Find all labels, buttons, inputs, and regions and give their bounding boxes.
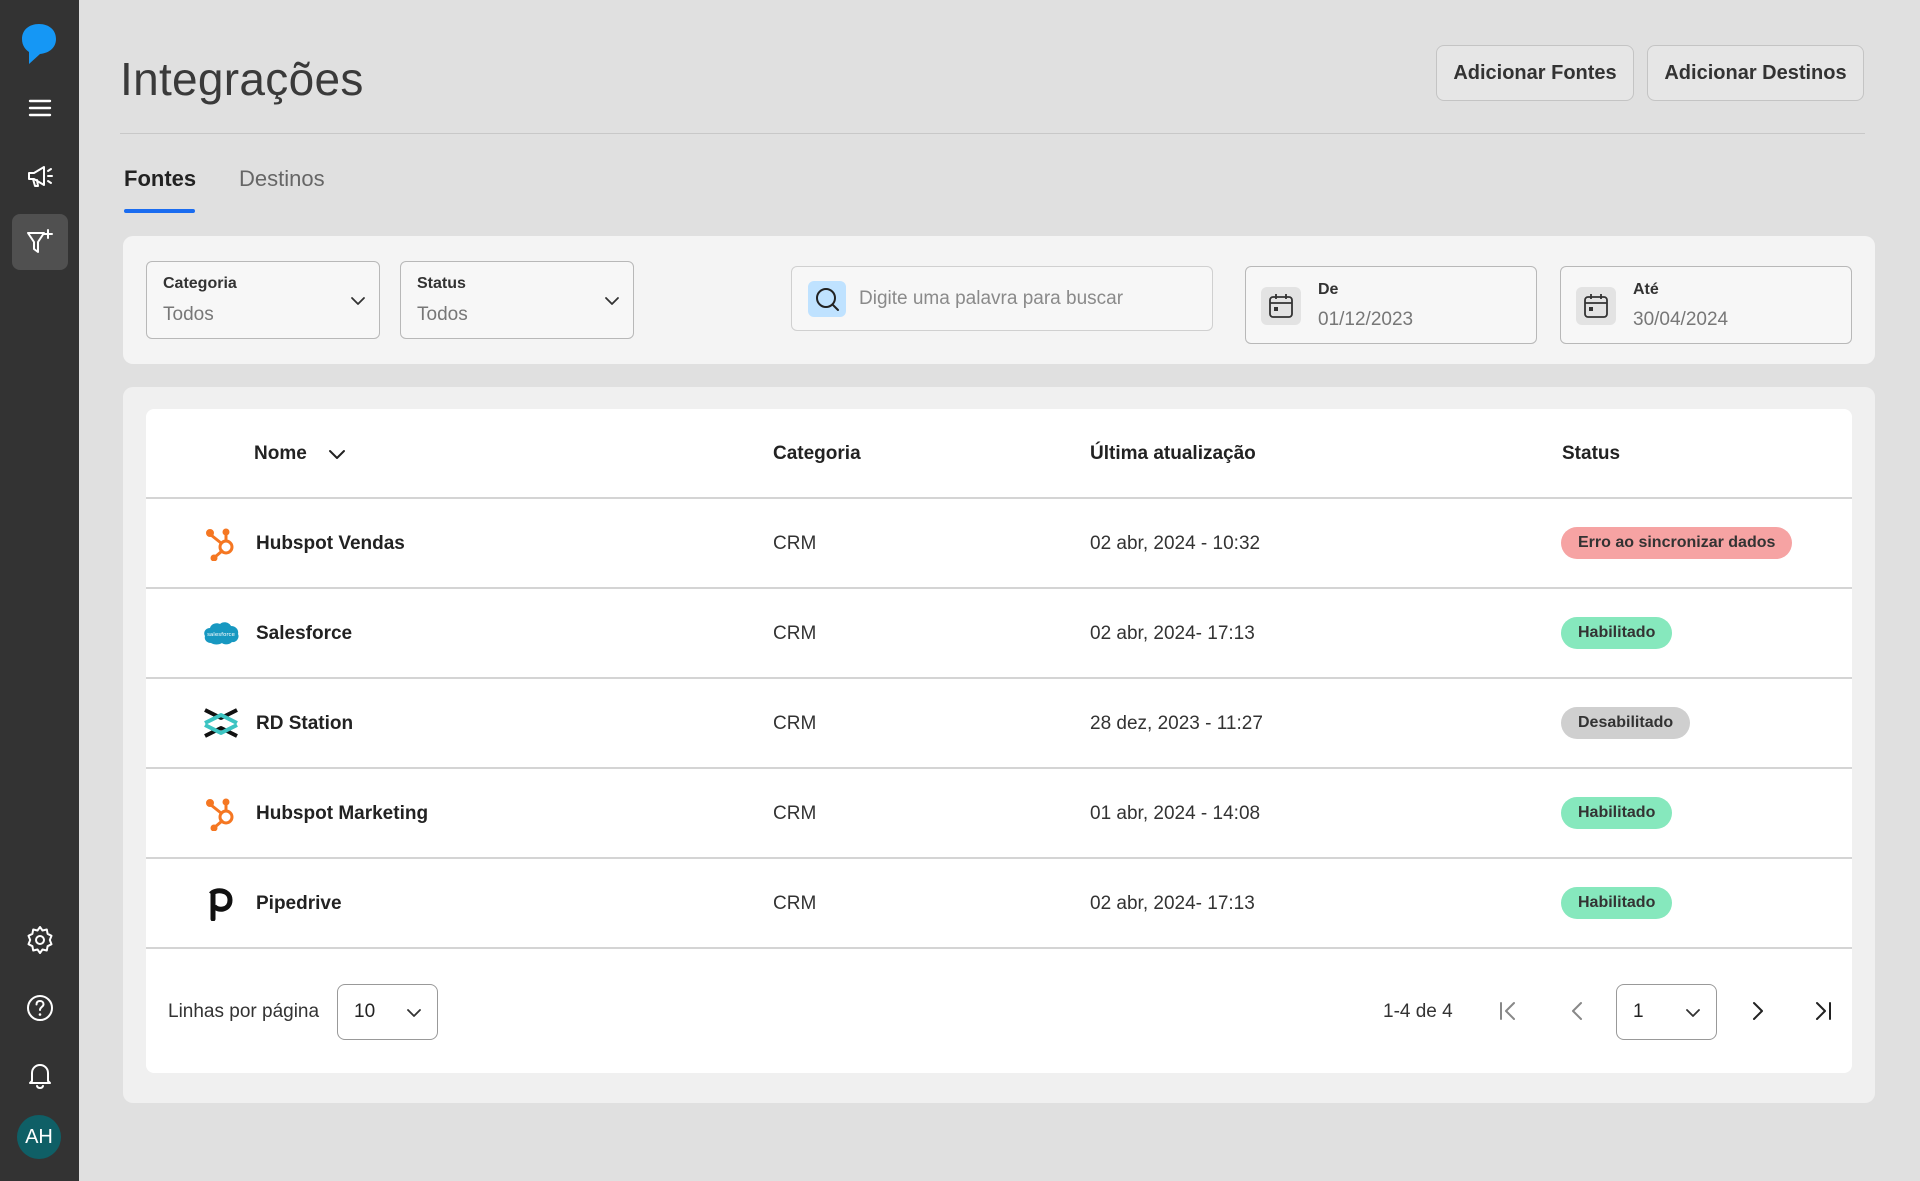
add-destinations-button[interactable]: Adicionar Destinos xyxy=(1647,45,1864,101)
search-input[interactable]: Digite uma palavra para buscar xyxy=(791,266,1213,331)
table-card xyxy=(146,409,1852,1073)
chevron-down-icon xyxy=(1686,1009,1700,1017)
row-name[interactable]: RD Station xyxy=(256,713,353,735)
row-category: CRM xyxy=(773,713,817,734)
search-icon-button[interactable] xyxy=(808,281,846,317)
active-tab-indicator xyxy=(124,209,195,213)
first-page-icon xyxy=(1500,1002,1515,1020)
last-page-icon xyxy=(1816,1002,1831,1020)
page-select-value: 1 xyxy=(1633,1001,1644,1022)
help-icon xyxy=(27,995,53,1021)
row-name[interactable]: Hubspot Vendas xyxy=(256,533,405,555)
campaigns-nav-item[interactable] xyxy=(12,147,68,203)
status-select-label: Status xyxy=(417,275,466,292)
calendar-icon-button[interactable] xyxy=(1261,287,1301,325)
filter-add-icon xyxy=(27,229,53,253)
row-category: CRM xyxy=(773,893,817,914)
last-page-button[interactable] xyxy=(1808,996,1838,1026)
status-badge: Habilitado xyxy=(1561,797,1673,829)
search-placeholder: Digite uma palavra para buscar xyxy=(859,288,1124,309)
add-sources-button[interactable]: Adicionar Fontes xyxy=(1436,45,1634,101)
tab-sources[interactable]: Fontes xyxy=(124,166,196,192)
date-from-label: De xyxy=(1318,281,1339,298)
row-name[interactable]: Hubspot Marketing xyxy=(256,803,428,825)
status-select-value: Todos xyxy=(417,304,468,325)
integrations-nav-item[interactable] xyxy=(12,214,68,270)
sort-chevron-down-icon[interactable] xyxy=(326,445,348,465)
search-icon xyxy=(816,288,839,311)
gear-icon xyxy=(27,926,53,954)
settings-nav-item[interactable] xyxy=(12,912,68,968)
sidebar: AH xyxy=(0,0,79,1181)
notifications-nav-item[interactable] xyxy=(12,1047,68,1103)
menu-icon xyxy=(28,99,52,117)
row-category: CRM xyxy=(773,533,817,554)
status-badge: Desabilitado xyxy=(1561,707,1691,739)
column-header-category: Categoria xyxy=(773,443,861,464)
menu-button[interactable] xyxy=(12,80,68,136)
row-category: CRM xyxy=(773,623,817,644)
tab-destinations[interactable]: Destinos xyxy=(239,166,325,192)
row-updated: 28 dez, 2023 - 11:27 xyxy=(1090,713,1263,734)
header-divider xyxy=(120,133,1865,134)
salesforce-icon: salesforce xyxy=(202,614,240,652)
row-divider xyxy=(146,857,1852,859)
chevron-down-icon xyxy=(407,1009,421,1017)
row-name[interactable]: Pipedrive xyxy=(256,893,342,915)
date-from-value: 01/12/2023 xyxy=(1318,309,1414,330)
date-from-field[interactable]: De 01/12/2023 xyxy=(1245,266,1537,344)
chevron-right-icon xyxy=(1753,1002,1763,1020)
date-to-field[interactable]: Até 30/04/2024 xyxy=(1560,266,1852,344)
category-select-label: Categoria xyxy=(163,275,237,292)
row-updated: 02 abr, 2024- 17:13 xyxy=(1090,893,1255,914)
row-divider xyxy=(146,947,1852,949)
next-page-button[interactable] xyxy=(1742,996,1772,1026)
chevron-down-icon xyxy=(351,297,365,305)
rdstation-icon xyxy=(202,704,240,742)
bell-icon xyxy=(29,1064,51,1089)
status-badge: Habilitado xyxy=(1561,887,1673,919)
chevron-down-icon xyxy=(605,297,619,305)
column-header-status: Status xyxy=(1562,443,1621,464)
svg-text:salesforce: salesforce xyxy=(207,632,235,638)
status-badge: Erro ao sincronizar dados xyxy=(1561,527,1793,559)
column-header-updated: Última atualização xyxy=(1090,443,1256,464)
row-name[interactable]: Salesforce xyxy=(256,623,352,645)
row-divider xyxy=(146,587,1852,589)
category-select[interactable]: Categoria Todos xyxy=(146,261,380,339)
megaphone-icon xyxy=(28,166,53,187)
row-divider xyxy=(146,677,1852,679)
pagination-range: 1-4 de 4 xyxy=(1383,1001,1453,1022)
date-to-value: 30/04/2024 xyxy=(1633,309,1729,330)
rows-per-page-label: Linhas por página xyxy=(168,1001,320,1022)
column-header-name[interactable]: Nome xyxy=(254,443,307,465)
row-updated: 01 abr, 2024 - 14:08 xyxy=(1090,803,1261,824)
row-updated: 02 abr, 2024- 17:13 xyxy=(1090,623,1255,644)
help-nav-item[interactable] xyxy=(12,980,68,1036)
row-divider xyxy=(146,767,1852,769)
page-title: Integrações xyxy=(120,53,364,105)
app-logo-icon[interactable] xyxy=(20,22,58,66)
hubspot-icon xyxy=(202,794,240,832)
calendar-icon xyxy=(1269,294,1293,318)
calendar-icon xyxy=(1584,294,1608,318)
date-to-label: Até xyxy=(1633,281,1659,298)
row-updated: 02 abr, 2024 - 10:32 xyxy=(1090,533,1261,554)
rows-per-page-select[interactable]: 10 xyxy=(337,984,438,1040)
rows-per-page-value: 10 xyxy=(354,1001,376,1022)
status-select[interactable]: Status Todos xyxy=(400,261,634,339)
first-page-button[interactable] xyxy=(1493,996,1523,1026)
category-select-value: Todos xyxy=(163,304,214,325)
pipedrive-icon xyxy=(202,884,240,922)
chevron-left-icon xyxy=(1572,1002,1582,1020)
previous-page-button[interactable] xyxy=(1563,996,1593,1026)
row-category: CRM xyxy=(773,803,817,824)
status-badge: Habilitado xyxy=(1561,617,1673,649)
calendar-icon-button[interactable] xyxy=(1576,287,1616,325)
page-select[interactable]: 1 xyxy=(1616,984,1717,1040)
row-divider xyxy=(146,497,1852,499)
avatar[interactable]: AH xyxy=(17,1115,61,1159)
hubspot-icon xyxy=(202,524,240,562)
